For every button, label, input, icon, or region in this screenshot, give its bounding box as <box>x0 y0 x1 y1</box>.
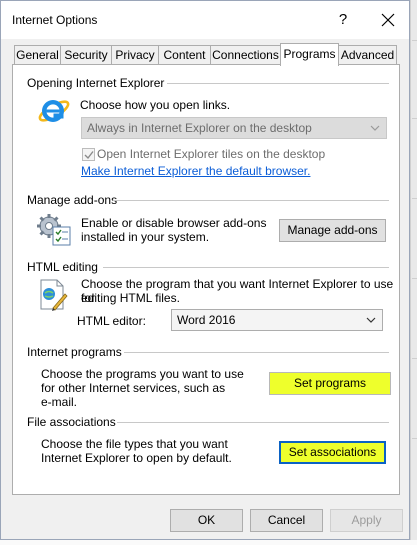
internet-programs-description-line2: for other Internet services, such as <box>41 381 226 395</box>
window-title: Internet Options <box>12 13 98 27</box>
html-editor-icon <box>38 279 68 314</box>
internet-programs-separator <box>124 352 389 353</box>
tab-strip: General Security Privacy Content Connect… <box>1 43 409 66</box>
tab-general[interactable]: General <box>14 45 61 65</box>
tab-programs[interactable]: Programs <box>280 43 339 66</box>
html-editing-separator <box>103 267 389 268</box>
tab-advanced[interactable]: Advanced <box>338 45 397 65</box>
close-button[interactable] <box>373 7 403 33</box>
apply-button[interactable]: Apply <box>330 509 403 532</box>
internet-explorer-icon <box>37 94 71 131</box>
html-editor-select[interactable]: Word 2016 <box>171 309 383 331</box>
addons-gear-icon <box>36 213 72 250</box>
html-editor-label: HTML editor: <box>77 314 146 328</box>
cancel-button[interactable]: Cancel <box>250 509 323 532</box>
addons-description-line2: installed in your system. <box>81 230 210 244</box>
tab-connections[interactable]: Connections <box>210 45 281 65</box>
set-associations-button[interactable]: Set associations <box>279 441 386 464</box>
tab-content[interactable]: Content <box>158 45 211 65</box>
internet-programs-description-line1: Choose the programs you want to use <box>41 367 244 381</box>
file-associations-heading: File associations <box>27 415 116 429</box>
opening-ie-separator <box>167 83 389 84</box>
file-associations-description-line2: Internet Explorer to open by default. <box>41 451 232 465</box>
title-bar[interactable]: Internet Options ? <box>1 1 409 39</box>
html-editor-select-value: Word 2016 <box>177 313 236 327</box>
close-icon <box>381 13 395 27</box>
addons-heading: Manage add-ons <box>27 193 118 207</box>
make-default-browser-link[interactable]: Make Internet Explorer the default brows… <box>81 164 310 178</box>
file-associations-description-line1: Choose the file types that you want <box>41 437 228 451</box>
internet-programs-heading: Internet programs <box>27 345 122 359</box>
ok-button[interactable]: OK <box>170 509 243 532</box>
help-button[interactable]: ? <box>328 7 358 33</box>
html-editing-description-line2: editing HTML files. <box>81 291 180 305</box>
programs-panel: Opening Internet Explorer Choose how you… <box>12 64 400 495</box>
internet-programs-description-line3: e-mail. <box>41 395 78 409</box>
background-window-bottom <box>0 540 417 545</box>
tab-security[interactable]: Security <box>60 45 112 65</box>
opening-ie-description: Choose how you open links. <box>80 98 231 112</box>
addons-description-line1: Enable or disable browser add-ons <box>81 216 267 230</box>
chevron-down-icon <box>366 317 376 323</box>
manage-addons-button[interactable]: Manage add-ons <box>279 219 386 242</box>
tab-privacy[interactable]: Privacy <box>111 45 159 65</box>
addons-separator <box>113 200 389 201</box>
html-editing-heading: HTML editing <box>27 260 98 274</box>
opening-ie-heading: Opening Internet Explorer <box>27 76 165 90</box>
background-window-edge <box>410 0 417 545</box>
internet-options-dialog: Internet Options ? General Security Priv… <box>0 0 410 540</box>
checkmark-icon <box>84 151 94 160</box>
chevron-down-icon <box>370 125 380 131</box>
ie-tiles-label: Open Internet Explorer tiles on the desk… <box>97 147 326 161</box>
open-links-select-value: Always in Internet Explorer on the deskt… <box>87 121 312 135</box>
set-programs-button[interactable]: Set programs <box>269 372 391 395</box>
open-links-select[interactable]: Always in Internet Explorer on the deskt… <box>81 117 387 139</box>
ie-tiles-checkbox[interactable] <box>82 148 95 161</box>
file-associations-separator <box>117 422 389 423</box>
